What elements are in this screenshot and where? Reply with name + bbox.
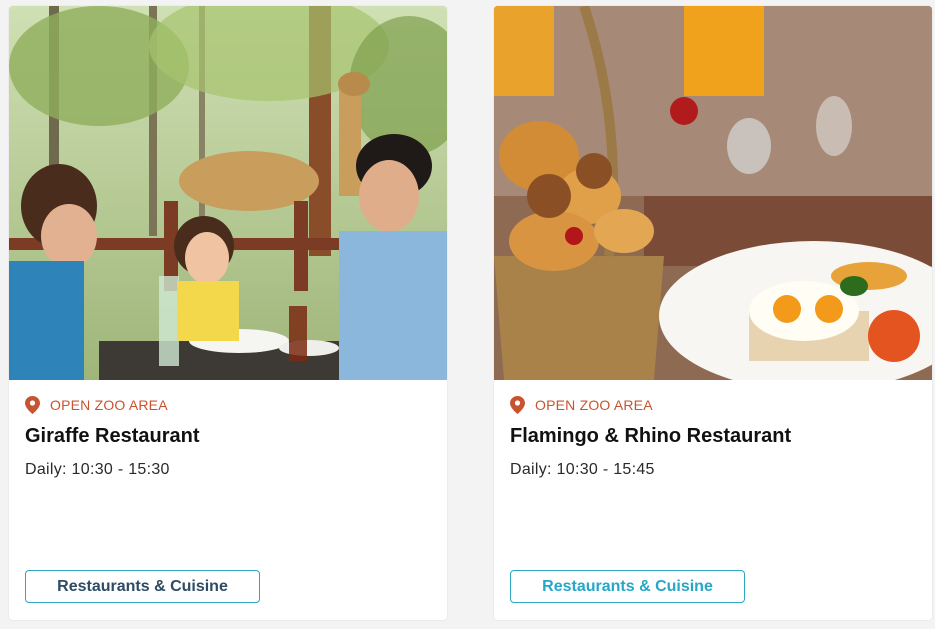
giraffe-restaurant-photo[interactable]	[9, 6, 447, 380]
restaurant-card-flamingo-rhino[interactable]: OPEN ZOO AREA Flamingo & Rhino Restauran…	[494, 6, 932, 620]
restaurants-cuisine-button[interactable]: Restaurants & Cuisine	[25, 570, 260, 603]
restaurant-card-grid: OPEN ZOO AREA Giraffe Restaurant Daily: …	[0, 0, 935, 629]
restaurant-card-giraffe[interactable]: OPEN ZOO AREA Giraffe Restaurant Daily: …	[9, 6, 447, 620]
map-pin-icon	[510, 396, 525, 414]
opening-hours: Daily: 10:30 - 15:45	[510, 461, 655, 478]
restaurants-cuisine-button[interactable]: Restaurants & Cuisine	[510, 570, 745, 603]
map-pin-icon	[25, 396, 40, 414]
location-row: OPEN ZOO AREA	[25, 396, 168, 414]
restaurant-title[interactable]: Flamingo & Rhino Restaurant	[510, 425, 791, 448]
location-label: OPEN ZOO AREA	[535, 397, 653, 413]
location-label: OPEN ZOO AREA	[50, 397, 168, 413]
opening-hours: Daily: 10:30 - 15:30	[25, 461, 170, 478]
flamingo-rhino-restaurant-photo[interactable]	[494, 6, 932, 380]
restaurant-title[interactable]: Giraffe Restaurant	[25, 425, 200, 448]
location-row: OPEN ZOO AREA	[510, 396, 653, 414]
